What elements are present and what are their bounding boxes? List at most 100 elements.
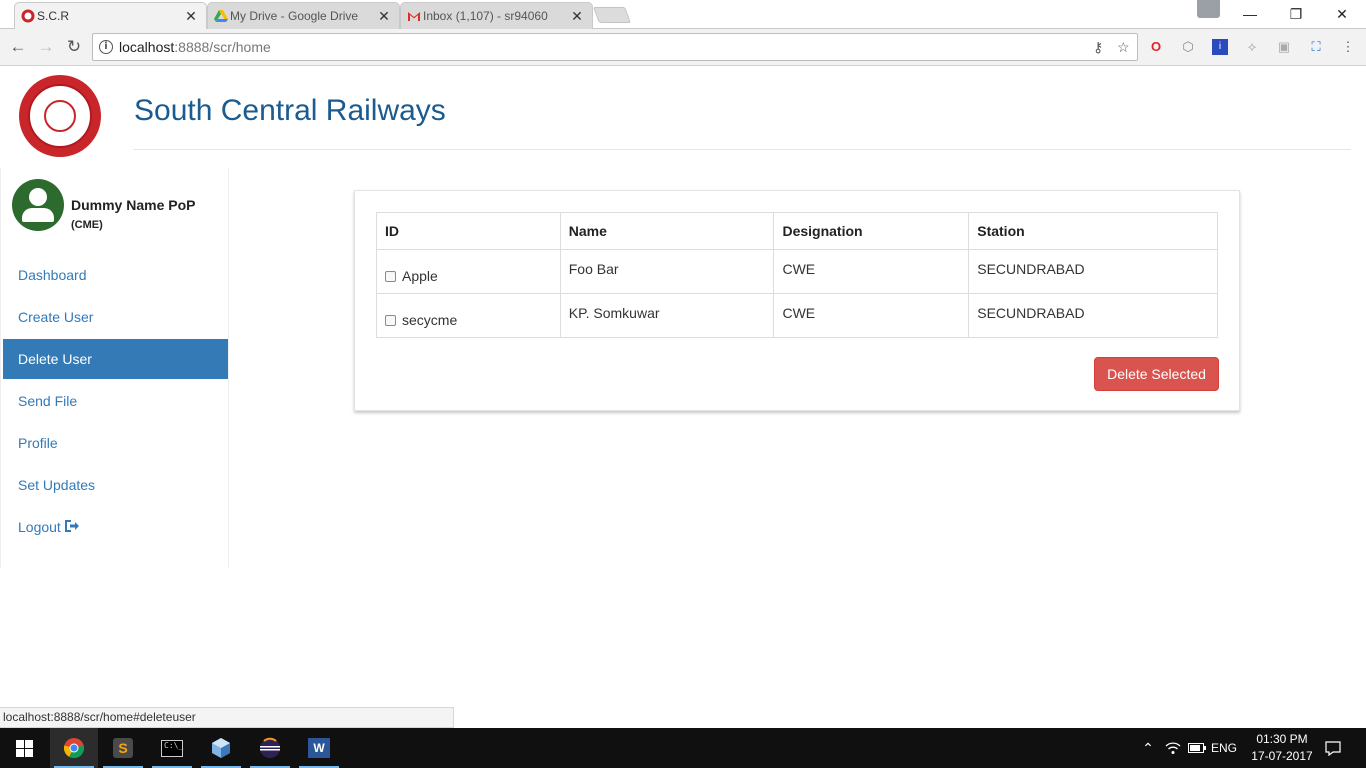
wifi-icon[interactable] xyxy=(1162,728,1184,768)
sidebar-item-label: Delete User xyxy=(18,351,92,367)
tab-scr[interactable]: S.C.R ✕ xyxy=(14,2,207,29)
cube-icon xyxy=(212,738,230,758)
cell-designation: CWE xyxy=(773,249,970,294)
bookmark-star-icon[interactable]: ☆ xyxy=(1117,39,1130,56)
logo-ring xyxy=(28,84,92,148)
key-icon[interactable]: ⚷ xyxy=(1093,39,1103,56)
sidebar-item-delete-user[interactable]: Delete User xyxy=(3,339,228,379)
virtualbox-taskbar-icon[interactable] xyxy=(197,728,245,768)
table-row: Apple Foo Bar CWE SECUNDRABAD xyxy=(376,249,1218,294)
tab-close-icon[interactable]: ✕ xyxy=(184,8,198,25)
clock-time: 01:30 PM xyxy=(1256,732,1308,746)
browser-toolbar: ← → ↻ i localhost:8888/scr/home ⚷ ☆ O ⬡ … xyxy=(0,29,1366,66)
tab-label: Inbox (1,107) - sr94060 xyxy=(423,9,548,23)
sidebar: Dummy Name PoP (CME) Dashboard Create Us… xyxy=(0,168,229,568)
table-header-row: ID Name Designation Station xyxy=(376,212,1218,250)
bag-extension-icon[interactable]: ▣ xyxy=(1276,39,1292,55)
menu-dots-icon[interactable]: ⋮ xyxy=(1340,39,1356,55)
link-status-bubble: localhost:8888/scr/home#deleteuser xyxy=(0,707,454,728)
table-row: secycme KP. Somkuwar CWE SECUNDRABAD xyxy=(376,293,1218,338)
logo-core xyxy=(44,100,76,132)
logout-icon xyxy=(64,508,80,548)
tab-gmail-inbox[interactable]: Inbox (1,107) - sr94060 ✕ xyxy=(400,2,593,29)
cell-id: secycme xyxy=(376,293,561,338)
chrome-taskbar-icon[interactable] xyxy=(50,728,98,768)
sidebar-item-profile[interactable]: Profile xyxy=(3,423,228,463)
sidebar-item-label: Set Updates xyxy=(18,477,96,493)
user-id: secycme xyxy=(402,312,458,328)
sidebar-item-set-updates[interactable]: Set Updates xyxy=(3,465,228,505)
gmail-icon xyxy=(407,9,421,23)
row-select-checkbox[interactable] xyxy=(385,315,396,326)
sublime-text-taskbar-icon[interactable]: S xyxy=(99,728,147,768)
sidebar-item-dashboard[interactable]: Dashboard xyxy=(3,255,228,295)
start-button[interactable] xyxy=(0,728,48,768)
user-avatar-icon xyxy=(12,179,64,231)
user-id: Apple xyxy=(402,268,438,284)
browser-tabstrip: S.C.R ✕ My Drive - Google Drive ✕ Inbox … xyxy=(0,0,1366,29)
back-icon[interactable]: ← xyxy=(8,37,28,57)
cell-name: KP. Somkuwar xyxy=(559,293,775,338)
word-icon: W xyxy=(308,738,330,758)
sublime-icon: S xyxy=(113,738,133,758)
info-extension-icon[interactable]: i xyxy=(1212,39,1228,55)
tab-close-icon[interactable]: ✕ xyxy=(570,8,584,25)
clock-date: 17-07-2017 xyxy=(1251,749,1313,763)
profile-icon[interactable] xyxy=(1197,0,1220,18)
sidebar-item-logout[interactable]: Logout xyxy=(3,507,228,547)
battery-icon[interactable] xyxy=(1186,728,1208,768)
sidebar-item-label: Create User xyxy=(18,309,94,325)
window-close-icon[interactable]: ✕ xyxy=(1319,0,1365,28)
indian-railways-logo xyxy=(19,75,101,157)
windows-logo-icon xyxy=(15,739,33,757)
reload-icon[interactable]: ↻ xyxy=(64,37,84,57)
users-table: ID Name Designation Station Apple Foo Ba… xyxy=(376,212,1218,338)
forward-icon[interactable]: → xyxy=(36,37,56,57)
row-select-checkbox[interactable] xyxy=(385,271,396,282)
restore-icon[interactable]: ❐ xyxy=(1273,0,1319,28)
site-info-icon[interactable]: i xyxy=(99,40,113,54)
address-bar[interactable]: i localhost:8888/scr/home ⚷ ☆ xyxy=(92,33,1138,61)
cell-station: SECUNDRABAD xyxy=(968,249,1218,294)
eclipse-icon xyxy=(260,737,280,758)
delete-user-panel: ID Name Designation Station Apple Foo Ba… xyxy=(354,190,1240,411)
header-divider xyxy=(133,149,1351,150)
cell-id: Apple xyxy=(376,249,561,294)
notifications-icon[interactable] xyxy=(1320,728,1346,768)
taskbar-clock[interactable]: 01:30 PM 17-07-2017 xyxy=(1240,731,1324,765)
tab-label: My Drive - Google Drive xyxy=(230,9,359,23)
opera-extension-icon[interactable]: O xyxy=(1148,39,1164,55)
windows-taskbar: S C:\_ W ⌃ ENG 01:30 PM 17-07-2017 xyxy=(0,728,1366,768)
column-header-station: Station xyxy=(968,212,1218,250)
avatar-head xyxy=(29,188,47,206)
google-drive-icon xyxy=(214,9,228,23)
user-role: (CME) xyxy=(71,219,103,231)
cast-extension-icon[interactable]: ⛶ xyxy=(1308,39,1324,55)
column-header-designation: Designation xyxy=(773,212,970,250)
column-header-name: Name xyxy=(559,212,775,250)
share-extension-icon[interactable]: ⟡ xyxy=(1244,39,1260,55)
word-taskbar-icon[interactable]: W xyxy=(295,728,343,768)
cmd-icon: C:\_ xyxy=(161,739,183,757)
delete-selected-button[interactable]: Delete Selected xyxy=(1094,357,1219,391)
tab-close-icon[interactable]: ✕ xyxy=(377,8,391,25)
new-tab-button[interactable] xyxy=(593,7,631,23)
terminal-taskbar-icon[interactable]: C:\_ xyxy=(148,728,196,768)
shield-extension-icon[interactable]: ⬡ xyxy=(1180,39,1196,55)
page-title: South Central Railways xyxy=(134,94,446,127)
cell-station: SECUNDRABAD xyxy=(968,293,1218,338)
sidebar-item-label: Logout xyxy=(18,519,61,535)
avatar-body xyxy=(22,208,54,222)
tray-chevron-icon[interactable]: ⌃ xyxy=(1138,728,1158,768)
minimize-icon[interactable]: — xyxy=(1227,0,1273,28)
eclipse-taskbar-icon[interactable] xyxy=(246,728,294,768)
sidebar-item-send-file[interactable]: Send File xyxy=(3,381,228,421)
sidebar-item-label: Dashboard xyxy=(18,267,87,283)
cell-designation: CWE xyxy=(773,293,970,338)
tab-google-drive[interactable]: My Drive - Google Drive ✕ xyxy=(207,2,400,29)
sidebar-item-create-user[interactable]: Create User xyxy=(3,297,228,337)
language-indicator[interactable]: ENG xyxy=(1208,728,1240,768)
url-path: :8888/scr/home xyxy=(174,39,271,55)
user-name: Dummy Name PoP xyxy=(71,197,196,213)
railway-favicon-icon xyxy=(21,9,35,23)
